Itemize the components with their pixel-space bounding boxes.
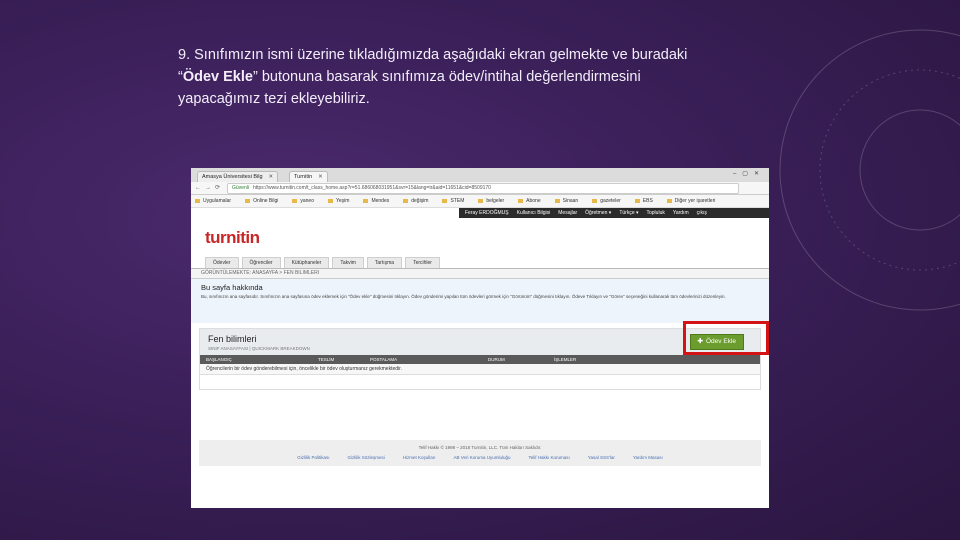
url-text: https://www.turnitin.com/t_class_home.as… bbox=[252, 185, 491, 191]
user-menu-item[interactable]: Mesajlar bbox=[558, 210, 577, 216]
caption-line-1: 9. Sınıfımızın ismi üzerine tıkladığımız… bbox=[178, 47, 688, 63]
nav-tab[interactable]: Öğrenciler bbox=[241, 257, 281, 268]
bookmark-item[interactable]: Online Bilgi bbox=[245, 198, 278, 204]
class-title: Fen bilimleri bbox=[208, 334, 257, 344]
url-field[interactable]: Güvenli https://www.turnitin.com/t_class_… bbox=[227, 183, 739, 194]
about-text: Bu, sınıfınızın ana sayfasıdır. Sınıfını… bbox=[201, 294, 726, 299]
column-header: İŞLEMLER bbox=[554, 357, 577, 362]
footer: Telif Hakkı © 1998 – 2018 Turnitin, LLC.… bbox=[199, 440, 761, 466]
browser-tab-1-label: Amasya Üniversitesi Bilg bbox=[202, 174, 263, 180]
nav-tab[interactable]: Takvim bbox=[332, 257, 364, 268]
header: turnitin bbox=[191, 218, 769, 256]
bookmark-item[interactable]: STEM bbox=[442, 198, 464, 204]
bookmark-item[interactable]: gazeteler bbox=[592, 198, 621, 204]
bookmark-item[interactable]: belgeler bbox=[478, 198, 504, 204]
turnitin-logo: turnitin bbox=[205, 228, 260, 247]
nav-tab-strip: Ödevler Öğrenciler Kütüphaneler Takvim Tartı… bbox=[191, 256, 769, 269]
column-header: POSTALAMA bbox=[370, 357, 398, 362]
browser-tab-2-label: Turnitin bbox=[294, 174, 313, 180]
breadcrumb: GÖRÜNTÜLEMEKTE: ANASAYFA > FEN BILIMLERI bbox=[191, 269, 769, 279]
secure-label: Güvenli bbox=[232, 185, 249, 191]
user-menu-item[interactable]: Öğretmen ▾ bbox=[585, 210, 611, 216]
class-panel: Fen bilimleri SINIF ANASAYFASI | QUICKMA… bbox=[199, 328, 761, 390]
bookmark-item[interactable]: Sinaan bbox=[555, 198, 579, 204]
nav-buttons[interactable]: ←→⟳ bbox=[195, 184, 224, 191]
footer-links: Gizlilik Politikası Gizlilik Sözleşmesi Hi… bbox=[199, 450, 761, 460]
bookmark-item[interactable]: yaneo bbox=[292, 198, 314, 204]
nav-tab[interactable]: Ödevler bbox=[205, 257, 239, 268]
user-menu-item[interactable]: Yardım bbox=[673, 210, 689, 216]
about-title: Bu sayfa hakkında bbox=[201, 283, 263, 292]
footer-copyright: Telif Hakkı © 1998 – 2018 Turnitin, LLC.… bbox=[418, 445, 542, 450]
caption-bold-button-name: Ödev Ekle bbox=[182, 69, 253, 85]
browser-tab-bar: Amasya Üniversitesi Bilg ✕ Turnitin ✕ –▢✕ bbox=[191, 168, 769, 183]
nav-tab[interactable]: Tartışma bbox=[366, 257, 403, 268]
caption-line-2: “Ödev Ekle” butonuna basarak sınıfımıza … bbox=[178, 66, 818, 88]
instruction-text: 9. Sınıfımızın ismi üzerine tıkladığımız… bbox=[178, 44, 818, 110]
bookmark-item[interactable]: Abone bbox=[518, 198, 540, 204]
empty-table-message: Öğrencilerin bir ödev gönderebilmesi içi… bbox=[200, 364, 760, 375]
bookmark-item[interactable]: Yeşim bbox=[328, 198, 349, 204]
user-menu-item[interactable]: çıkış bbox=[697, 210, 707, 216]
footer-link[interactable]: Yardım Masası bbox=[633, 455, 663, 460]
highlight-box bbox=[683, 321, 769, 355]
footer-link[interactable]: AB Veri Koruma Uyumluluğu bbox=[454, 455, 511, 460]
footer-link[interactable]: Gizlilik Politikası bbox=[297, 455, 329, 460]
footer-link[interactable]: Yasal SSS'lar bbox=[588, 455, 615, 460]
footer-link[interactable]: Gizlilik Sözleşmesi bbox=[347, 455, 384, 460]
bookmarks-bar: Uygulamalar Online Bilgi yaneo Yeşim Mendes d… bbox=[191, 195, 769, 208]
bookmark-item[interactable]: Diğer yer işaretleri bbox=[667, 198, 716, 204]
bookmark-item[interactable]: Uygulamalar bbox=[195, 198, 231, 204]
address-bar: ←→⟳ Güvenli https://www.turnitin.com/t_cl… bbox=[191, 182, 769, 195]
window-controls[interactable]: –▢✕ bbox=[733, 170, 765, 177]
class-panel-header: Fen bilimleri SINIF ANASAYFASI | QUICKMA… bbox=[200, 329, 760, 355]
caption-line-2-rest: ” butonuna basarak sınıfımıza ödev/intih… bbox=[252, 69, 641, 85]
user-menu-item[interactable]: Kullanıcı Bilgisi bbox=[517, 210, 551, 216]
column-header: DURUM bbox=[488, 357, 505, 362]
user-menu-item[interactable]: Topluluk bbox=[647, 210, 665, 216]
column-header: TESLİM bbox=[318, 357, 335, 362]
footer-link[interactable]: Hizmet Koşulları bbox=[403, 455, 436, 460]
assignment-table-header: BAŞLANGIÇ TESLİM POSTALAMA DURUM İŞLEMLE… bbox=[200, 355, 760, 364]
user-bar: Feray ERDOĞMUŞ Kullanıcı Bilgisi Mesajlar Ö… bbox=[191, 208, 769, 218]
footer-link[interactable]: Telif Hakkı Koruması bbox=[529, 455, 570, 460]
caption-line-3: yapacağımız tezi ekleyebiliriz. bbox=[178, 91, 370, 107]
close-tab-icon[interactable]: ✕ bbox=[318, 174, 323, 180]
about-section: Bu sayfa hakkında Bu, sınıfınızın ana sa… bbox=[191, 279, 769, 323]
bookmark-item[interactable]: değişim bbox=[403, 198, 428, 204]
user-menu-item[interactable]: Feray ERDOĞMUŞ bbox=[465, 210, 509, 216]
close-tab-icon[interactable]: ✕ bbox=[269, 174, 274, 180]
column-header: BAŞLANGIÇ bbox=[206, 357, 232, 362]
nav-tab[interactable]: Kütüphaneler bbox=[283, 257, 330, 268]
class-subnav[interactable]: SINIF ANASAYFASI | QUICKMARK BREAKDOWN bbox=[208, 346, 310, 351]
user-menu-item[interactable]: Türkçe ▾ bbox=[619, 210, 638, 216]
bookmark-item[interactable]: EBS bbox=[635, 198, 653, 204]
bookmark-item[interactable]: Mendes bbox=[363, 198, 389, 204]
nav-tab[interactable]: Tercihler bbox=[405, 257, 440, 268]
user-menu: Feray ERDOĞMUŞ Kullanıcı Bilgisi Mesajlar Ö… bbox=[459, 208, 769, 218]
